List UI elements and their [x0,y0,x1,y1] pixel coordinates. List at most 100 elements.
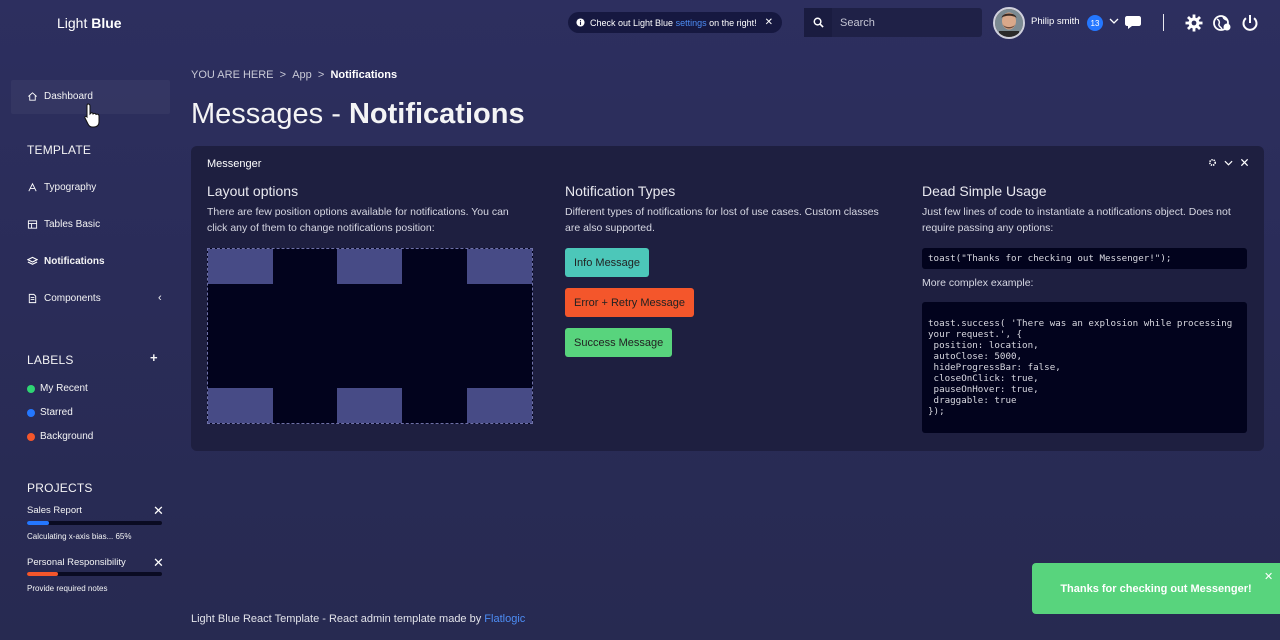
app-logo[interactable]: Light Blue [57,15,122,31]
complex-example-label: More complex example: [922,277,1034,289]
panel-settings-icon[interactable] [1208,158,1217,167]
search-box[interactable] [804,8,982,37]
chat-icon[interactable] [1124,15,1143,31]
panel-collapse-icon[interactable] [1224,159,1233,167]
alert-settings-link[interactable]: settings [676,18,707,28]
page-title-light: Messages - [191,98,349,130]
footer: Light Blue React Template - React admin … [191,613,525,625]
close-icon[interactable]: ✕ [153,503,164,519]
simple-code-block: toast("Thanks for checking out Messenger… [922,248,1247,269]
position-bottom-right[interactable] [467,388,532,423]
label-item-my-recent[interactable]: My Recent [27,383,88,394]
project-progress-bar [27,521,162,525]
project-title: Personal Responsibility [27,557,126,568]
sidebar-item-label: Tables Basic [44,219,101,230]
label-text: Background [40,431,94,442]
progress-fill [27,572,59,576]
add-label-icon[interactable]: + [150,350,158,365]
sidebar-item-label: Dashboard [44,91,93,102]
info-message-button[interactable]: Info Message [565,248,650,277]
breadcrumb: YOU ARE HERE > App > Notifications [191,69,397,81]
typography-icon [28,182,37,192]
label-dot [27,384,35,393]
chevron-left-icon[interactable]: ‹ [158,292,162,304]
power-icon[interactable] [1241,14,1259,32]
position-top-right[interactable] [467,249,532,284]
page-title: Messages - Notifications [191,98,525,131]
panel-title: Messenger [207,158,262,170]
labels-section-title: LABELS [27,353,74,367]
flatlogic-link[interactable]: Flatlogic [484,613,525,625]
label-dot [27,408,35,417]
sidebar-item-label: Components [44,293,101,304]
breadcrumb-separator: > [279,69,287,81]
simple-code: toast("Thanks for checking out Messenger… [928,253,1172,264]
page-title-bold: Notifications [348,98,525,130]
home-icon [28,92,37,101]
usage-title: Dead Simple Usage [922,183,1047,199]
footer-text: Light Blue React Template - React admin … [191,613,485,625]
header-divider [1163,14,1164,31]
label-dot [27,432,35,441]
alert-text: Check out Light Blue settings on the rig… [590,18,757,28]
toast-notification[interactable]: Thanks for checking out Messenger! [1032,563,1280,614]
logo-bold: Blue [91,15,122,31]
label-item-starred[interactable]: Starred [27,407,73,418]
avatar[interactable] [993,7,1025,39]
sidebar-item-dashboard[interactable]: Dashboard [27,91,93,102]
layout-options-text: There are few position options available… [207,206,509,234]
complex-code: toast.success( 'There was an explosion w… [928,318,1233,417]
success-message-button[interactable]: Success Message [565,328,673,357]
gear-icon[interactable] [1185,14,1203,32]
breadcrumb-current: Notifications [330,69,398,81]
template-section-title: TEMPLATE [27,143,92,157]
label-item-background[interactable]: Background [27,431,93,442]
breadcrumb-separator: > [317,69,325,81]
notification-types-text: Different types of notifications for los… [565,206,879,234]
document-icon [28,293,37,304]
position-top-center[interactable] [337,249,402,284]
alert-suffix: on the right! [706,17,757,28]
error-retry-message-button[interactable]: Error + Retry Message [565,288,694,317]
notification-count-badge[interactable]: 13 [1087,15,1103,31]
sidebar-item-label: Notifications [44,256,105,267]
position-bottom-left[interactable] [208,388,273,423]
label-text: My Recent [40,383,88,394]
breadcrumb-app[interactable]: App [292,69,312,81]
sidebar-item-tables-basic[interactable]: Tables Basic [27,219,100,230]
toast-text: Thanks for checking out Messenger! [1060,582,1252,595]
progress-fill [27,521,49,525]
project-title: Sales Report [27,505,82,516]
globe-icon[interactable] [1213,14,1231,32]
project-note: Calculating x-axis bias... 65% [27,532,132,541]
notification-types-title: Notification Types [565,183,676,199]
alert-close-icon[interactable]: ✕ [765,17,773,28]
layout-options-title: Layout options [207,183,299,199]
close-icon[interactable]: ✕ [153,555,164,571]
position-bottom-center[interactable] [337,388,402,423]
breadcrumb-prefix: YOU ARE HERE [191,69,274,81]
chevron-down-icon[interactable] [1109,17,1119,25]
sidebar-item-notifications[interactable]: Notifications [27,256,105,267]
search-icon[interactable] [804,8,832,37]
label-text: Starred [40,407,73,418]
table-icon [27,220,38,229]
toast-close-icon[interactable]: ✕ [1264,570,1273,583]
sidebar-item-typography[interactable]: Typography [27,182,96,193]
logo-light: Light [57,15,88,31]
project-progress-bar [27,572,162,576]
sidebar-item-components[interactable]: Components [27,293,101,304]
usage-text: Just few lines of code to instantiate a … [922,206,1231,234]
settings-alert: Check out Light Blue settings on the rig… [568,12,782,33]
avatar-image [995,9,1023,37]
position-top-left[interactable] [208,249,273,284]
position-picker [207,248,533,424]
search-input[interactable] [832,16,972,29]
username[interactable]: Philip smith [1031,16,1080,27]
layers-icon [27,256,38,265]
sidebar-item-label: Typography [44,182,97,193]
projects-section-title: PROJECTS [27,481,93,495]
panel-close-icon[interactable] [1240,158,1249,167]
info-icon [576,18,585,27]
project-note: Provide required notes [27,584,108,593]
